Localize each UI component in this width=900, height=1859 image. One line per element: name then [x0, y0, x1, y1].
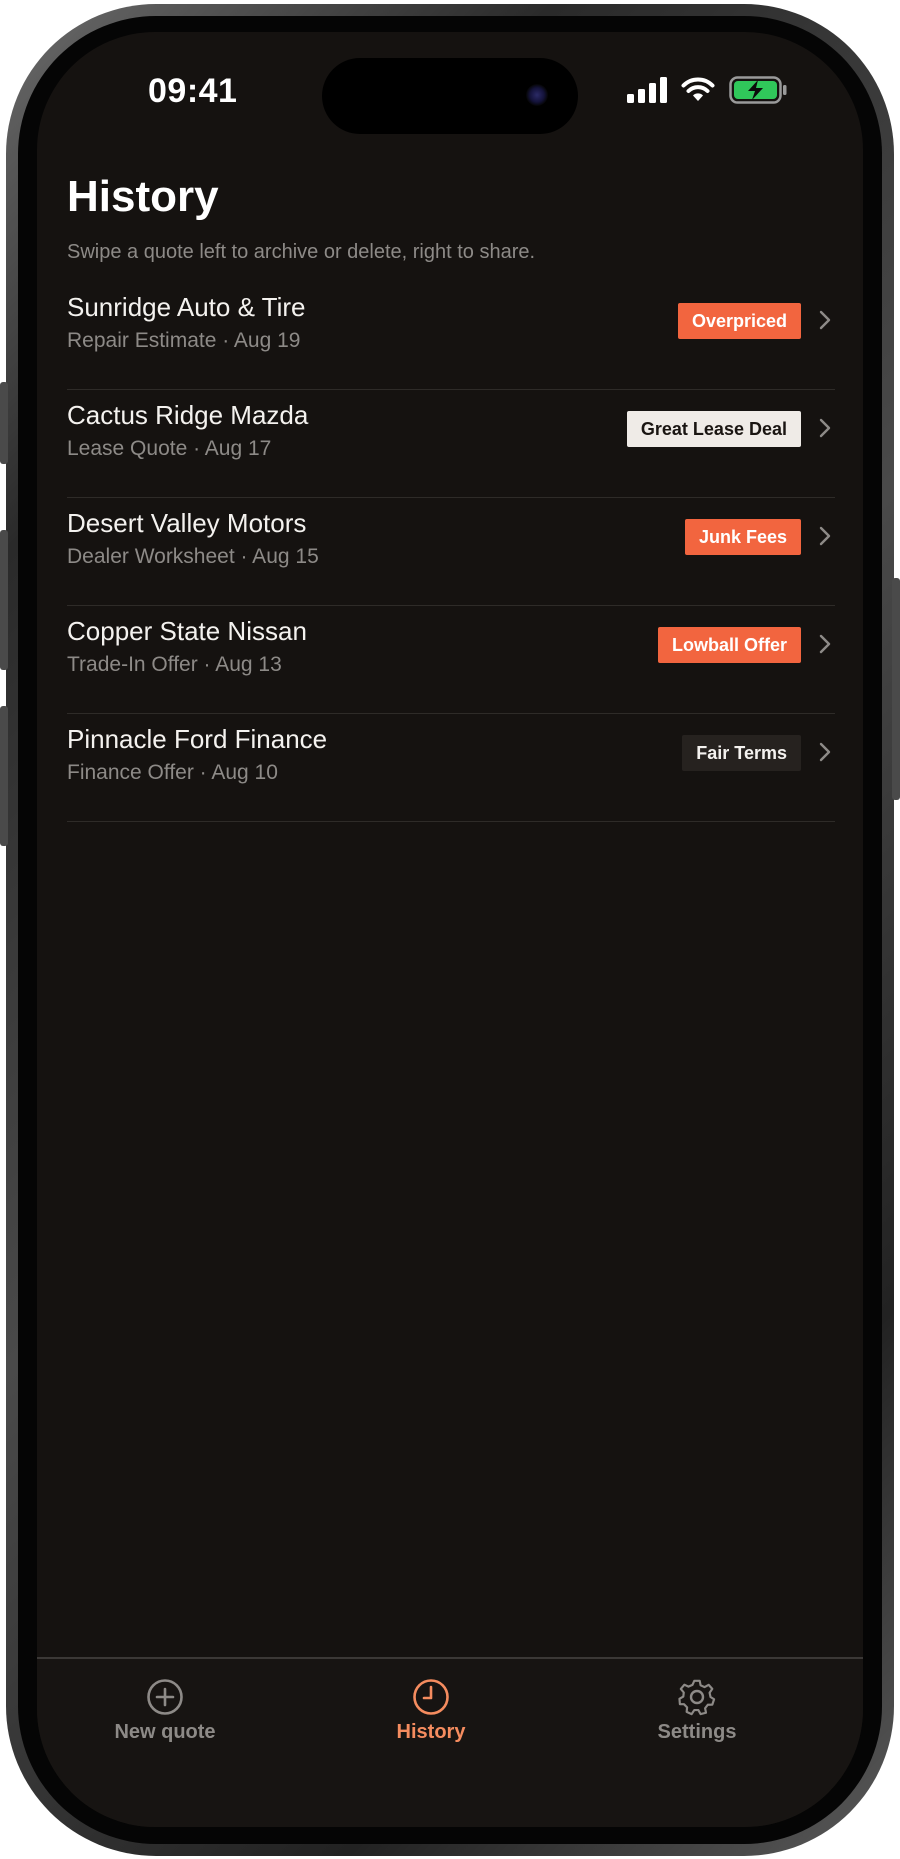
battery-charging-icon	[729, 76, 787, 104]
tab-new-quote[interactable]: New quote	[75, 1677, 255, 1744]
tab-settings[interactable]: Settings	[607, 1677, 787, 1744]
verdict-badge: Junk Fees	[685, 519, 801, 555]
tab-label: Settings	[607, 1721, 787, 1744]
volume-down-button	[0, 706, 8, 846]
tab-label: History	[341, 1721, 521, 1744]
status-time: 09:41	[148, 72, 237, 111]
dynamic-island	[322, 58, 578, 134]
volume-up-button	[0, 530, 8, 670]
wifi-icon	[681, 77, 715, 103]
quote-title: Copper State Nissan	[67, 616, 307, 647]
quote-meta: Repair Estimate · Aug 19	[67, 329, 300, 353]
tab-bar: New quote History Settings	[37, 1657, 863, 1827]
quote-title: Sunridge Auto & Tire	[67, 292, 305, 323]
quote-row[interactable]: Pinnacle Ford Finance Finance Offer · Au…	[67, 714, 835, 822]
verdict-badge: Fair Terms	[682, 735, 801, 771]
chevron-right-icon	[815, 308, 835, 332]
quote-title: Pinnacle Ford Finance	[67, 724, 327, 755]
cellular-signal-icon	[627, 77, 667, 103]
quote-row[interactable]: Cactus Ridge Mazda Lease Quote · Aug 17 …	[67, 390, 835, 498]
quote-meta: Trade-In Offer · Aug 13	[67, 653, 282, 677]
quote-meta: Dealer Worksheet · Aug 15	[67, 545, 319, 569]
tab-label: New quote	[75, 1721, 255, 1744]
quote-list: Sunridge Auto & Tire Repair Estimate · A…	[67, 282, 835, 822]
plus-circle-icon	[145, 1677, 185, 1717]
page-title: History	[67, 172, 219, 222]
quote-title: Cactus Ridge Mazda	[67, 400, 308, 431]
verdict-badge: Overpriced	[678, 303, 801, 339]
front-camera-icon	[526, 84, 548, 106]
action-button	[0, 382, 8, 464]
tab-history[interactable]: History	[341, 1677, 521, 1744]
verdict-badge: Great Lease Deal	[627, 411, 801, 447]
chevron-right-icon	[815, 524, 835, 548]
power-button	[892, 578, 900, 800]
clock-icon	[411, 1677, 451, 1717]
chevron-right-icon	[815, 740, 835, 764]
quote-row[interactable]: Desert Valley Motors Dealer Worksheet · …	[67, 498, 835, 606]
chevron-right-icon	[815, 632, 835, 656]
chevron-right-icon	[815, 416, 835, 440]
verdict-badge: Lowball Offer	[658, 627, 801, 663]
gear-icon	[677, 1677, 717, 1717]
quote-title: Desert Valley Motors	[67, 508, 306, 539]
app-screen: 09:41 History Swipe a quote left to arch…	[37, 32, 863, 1827]
page-subtitle: Swipe a quote left to archive or delete,…	[67, 241, 535, 264]
quote-row[interactable]: Copper State Nissan Trade-In Offer · Aug…	[67, 606, 835, 714]
quote-meta: Finance Offer · Aug 10	[67, 761, 278, 785]
status-icons	[627, 76, 787, 104]
quote-meta: Lease Quote · Aug 17	[67, 437, 271, 461]
quote-row[interactable]: Sunridge Auto & Tire Repair Estimate · A…	[67, 282, 835, 390]
